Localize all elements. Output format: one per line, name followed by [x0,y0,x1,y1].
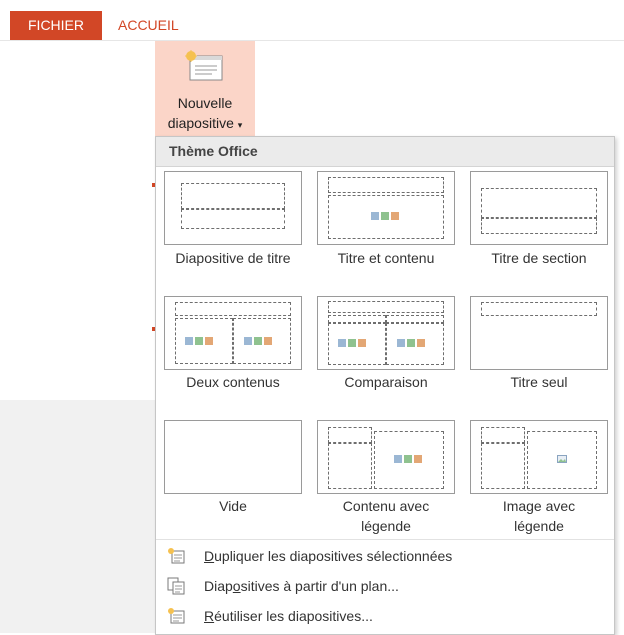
duplicate-slides-icon [168,548,185,564]
picture-placeholder-icon [557,455,567,463]
slides-from-outline-command[interactable]: Diapositives à partir d'un plan... [156,573,614,599]
tab-fichier[interactable]: FICHIER [10,11,102,40]
layout-thumbnail-title-only[interactable] [470,296,608,370]
tab-accueil[interactable]: ACCUEIL [118,11,179,40]
layout-label-title-slide: Diapositive de titre [175,250,291,266]
layout-label-title-content: Titre et contenu [337,250,435,266]
layout-thumbnail-comparison[interactable] [317,296,455,370]
layout-label-picture-caption: Image avec légende [502,498,576,534]
ribbon-divider [0,40,624,41]
new-slide-label: Nouvelle diapositive ▾ [167,95,243,131]
new-slide-icon [185,50,223,81]
duplicate-slides-command[interactable]: Dupliquer les diapositives sélectionnées [156,543,614,569]
layout-label-content-caption: Contenu avec légende [342,498,430,534]
reuse-slides-icon [168,608,185,624]
layout-thumbnail-section-header[interactable] [470,171,608,245]
content-placeholder-icon [394,455,422,463]
layout-label-section-header: Titre de section [491,250,587,266]
menu-section-header: Thème Office [156,137,614,167]
workspace-background [0,400,155,633]
layout-label-blank: Vide [219,498,247,514]
layout-thumbnail-title-content[interactable] [317,171,455,245]
theme-title: Thème Office [169,143,258,159]
content-placeholder-icon [397,339,425,347]
slides-from-outline-label: Diapositives à partir d'un plan... [204,578,399,594]
layout-thumbnail-blank[interactable] [164,420,302,494]
new-slide-dropdown: Thème Office Diapositive de titre Titre … [155,136,615,635]
layout-thumbnail-picture-caption[interactable] [470,420,608,494]
chevron-down-icon: ▾ [237,120,243,130]
content-placeholder-icon [371,212,399,220]
menu-separator [156,539,614,540]
content-placeholder-icon [338,339,366,347]
content-placeholder-icon [244,337,272,345]
layout-thumbnail-content-caption[interactable] [317,420,455,494]
duplicate-slides-label: Dupliquer les diapositives sélectionnées [204,548,453,564]
reuse-slides-label: Réutiliser les diapositives... [204,608,373,624]
new-slide-button[interactable]: Nouvelle diapositive ▾ [155,41,255,137]
layout-label-title-only: Titre seul [510,374,568,390]
content-placeholder-icon [185,337,213,345]
slides-from-outline-icon [167,577,185,595]
layout-label-comparison: Comparaison [344,374,428,390]
layout-thumbnail-two-content[interactable] [164,296,302,370]
reuse-slides-command[interactable]: Réutiliser les diapositives... [156,603,614,629]
layout-label-two-content: Deux contenus [186,374,280,390]
layout-thumbnail-title-slide[interactable] [164,171,302,245]
